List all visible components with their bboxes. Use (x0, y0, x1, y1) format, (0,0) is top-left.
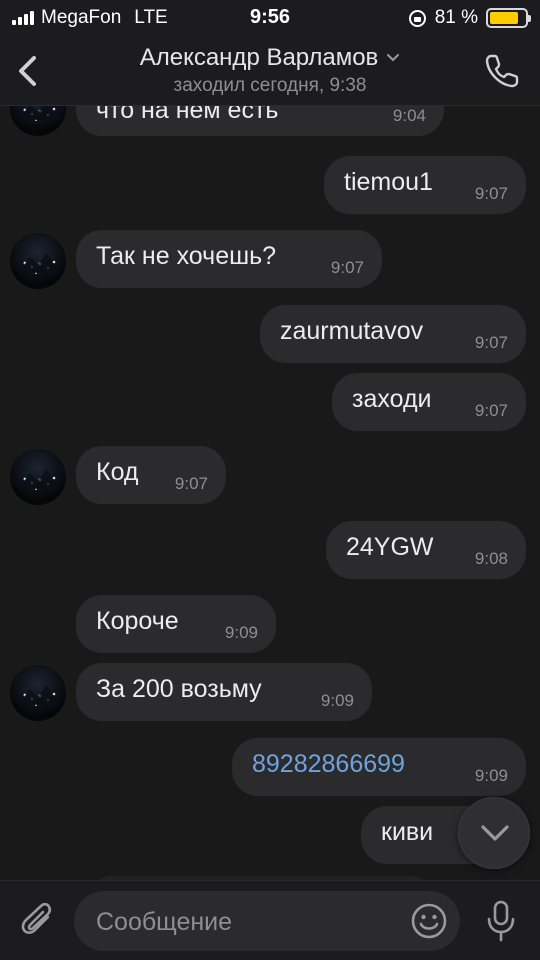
message-time: 9:08 (474, 549, 508, 568)
message-outgoing[interactable]: tiemou1 9:07 (324, 156, 526, 214)
message-list[interactable]: что на нем есть 9:04 tiemou1 9:07 Так не… (0, 106, 540, 880)
message-outgoing[interactable]: 89282866699 9:09 (232, 738, 526, 796)
message-text: заходи (352, 385, 432, 413)
message-outgoing[interactable]: 24YGW 9:08 (326, 521, 526, 579)
chevron-down-icon (387, 54, 400, 62)
paperclip-icon[interactable] (18, 899, 58, 943)
message-text: zaurmutavov (280, 317, 424, 345)
message-outgoing[interactable]: zaurmutavov 9:07 (260, 305, 526, 363)
message-time: 9:07 (474, 184, 508, 203)
message-outgoing[interactable]: заходи 9:07 (332, 373, 526, 431)
phone-number-link[interactable]: 89282866699 (252, 750, 405, 779)
message-text: Короче (96, 607, 179, 635)
message-incoming[interactable]: Короче 9:09 (76, 595, 276, 653)
last-seen-status: заходил сегодня, 9:38 (173, 75, 367, 96)
contact-name-row[interactable]: Александр Варламов (140, 44, 401, 72)
scroll-down-button[interactable] (458, 797, 530, 869)
message-time: 9:04 (392, 106, 426, 125)
message-text: киви (381, 818, 434, 846)
message-time: 9:09 (320, 691, 354, 710)
back-chevron-icon[interactable] (12, 52, 46, 90)
contact-avatar[interactable] (10, 665, 66, 721)
message-text: что на нем есть (96, 106, 279, 124)
emoji-icon[interactable] (410, 902, 448, 940)
battery-icon (486, 8, 531, 28)
message-incoming[interactable]: что на нем есть 9:04 (76, 106, 444, 136)
microphone-icon[interactable] (484, 899, 518, 943)
status-bar: MegaFon LTE 9:56 81 % (0, 0, 540, 38)
message-incoming[interactable]: Код 9:07 (76, 446, 226, 504)
lock-rotation-icon (408, 9, 426, 27)
battery-level (490, 12, 518, 24)
message-time: 9:07 (474, 401, 508, 420)
message-input-placeholder: Сообщение (96, 908, 233, 936)
message-incoming[interactable]: Так не хочешь? 9:07 (76, 230, 382, 288)
message-time: 9:09 (474, 766, 508, 785)
message-time: 9:07 (330, 258, 364, 277)
message-incoming[interactable]: За 200 возьму 9:09 (76, 663, 372, 721)
message-composer: Сообщение (0, 880, 540, 960)
chat-header: Александр Варламов заходил сегодня, 9:38 (0, 38, 540, 106)
message-text: Так не хочешь? (96, 242, 277, 270)
message-text: Код (96, 458, 139, 486)
contact-avatar[interactable] (10, 233, 66, 289)
battery-percent: 81 % (434, 7, 478, 28)
message-time: 9:07 (174, 474, 208, 493)
contact-avatar[interactable] (10, 106, 66, 136)
message-time: 9:09 (224, 623, 258, 642)
message-text: tiemou1 (344, 168, 433, 196)
contact-name: Александр Варламов (139, 44, 379, 71)
message-input[interactable]: Сообщение (74, 891, 460, 951)
status-right: 81 % (408, 7, 531, 29)
contact-avatar[interactable] (10, 449, 66, 505)
message-text: 24YGW (346, 533, 434, 561)
phone-icon[interactable] (482, 51, 522, 91)
contact-info[interactable]: Александр Варламов заходил сегодня, 9:38 (80, 44, 460, 97)
message-text: За 200 возьму (96, 675, 262, 703)
message-time: 9:07 (474, 333, 508, 352)
chevron-down-icon (481, 825, 509, 841)
